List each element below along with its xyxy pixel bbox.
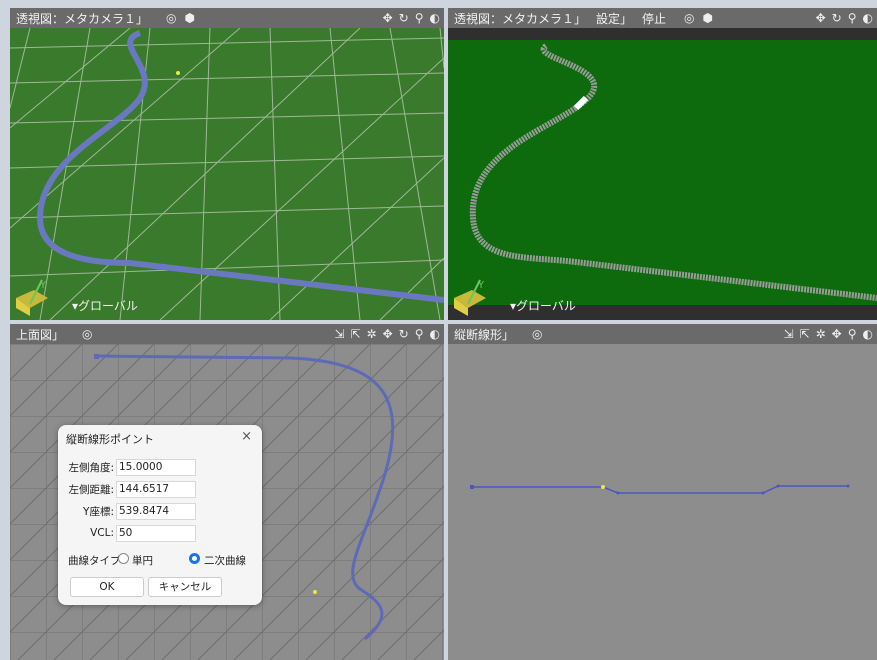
left-distance-label: 左側距離: — [68, 483, 114, 496]
curve-type-label: 曲線タイプ — [68, 555, 121, 567]
control-point[interactable] — [176, 71, 180, 75]
quadratic-curve-label[interactable]: 二次曲線 — [204, 553, 246, 568]
svg-text:Y: Y — [477, 280, 485, 291]
y-coordinate-label: Y座標: — [83, 505, 114, 518]
cancel-button[interactable]: キャンセル — [148, 577, 222, 597]
profile-point-dialog: 縦断線形ポイント × 左側角度: 15.0000 左側距離: 144.6517 … — [58, 425, 262, 605]
left-angle-label: 左側角度: — [68, 461, 114, 474]
cube-icon[interactable]: ⬢ — [703, 11, 713, 25]
zoom-fit-icon[interactable]: ◐ — [863, 11, 873, 25]
viewport-perspective-right[interactable]: 透視図：メタカメラ１」 設定」 停止 ◎ ⬢ ✥ ↻ ⚲ ◐ Y ▾グローバル — [448, 8, 877, 320]
close-icon[interactable]: × — [241, 429, 252, 444]
align-icon[interactable]: ⇲ — [783, 327, 793, 341]
rotate-icon[interactable]: ↻ — [399, 11, 409, 25]
single-circle-label[interactable]: 単円 — [132, 553, 153, 568]
move-icon[interactable]: ✥ — [832, 327, 842, 341]
ok-button[interactable]: OK — [70, 577, 144, 597]
align-icon[interactable]: ⇲ — [334, 327, 344, 341]
target-icon[interactable]: ◎ — [82, 327, 92, 341]
move-icon[interactable]: ✥ — [383, 11, 393, 25]
vcl-row: VCL: 50 — [58, 524, 196, 542]
left-angle-field[interactable]: 15.0000 — [116, 458, 196, 476]
viewport-title[interactable]: 透視図：メタカメラ１」 — [16, 10, 148, 27]
zoom-fit-icon[interactable]: ◐ — [863, 327, 873, 341]
gear-icon[interactable]: ✲ — [367, 327, 377, 341]
vcl-field[interactable]: 50 — [116, 524, 196, 542]
selected-profile-point[interactable] — [601, 485, 605, 489]
target-icon[interactable]: ◎ — [684, 11, 694, 25]
target-icon[interactable]: ◎ — [166, 11, 176, 25]
viewport-profile[interactable]: 縦断線形」 ◎ ⇲ ⇱ ✲ ✥ ⚲ ◐ — [448, 324, 877, 660]
control-point[interactable] — [313, 590, 317, 594]
single-circle-radio[interactable] — [118, 553, 129, 564]
viewport-toolbar: 縦断線形」 ◎ ⇲ ⇱ ✲ ✥ ⚲ ◐ — [448, 324, 877, 344]
dialog-title: 縦断線形ポイント — [66, 433, 154, 446]
zoom-fit-icon[interactable]: ◐ — [430, 327, 440, 341]
coordinate-system-label[interactable]: ▾グローバル — [72, 297, 138, 314]
viewport-toolbar: 透視図：メタカメラ１」 設定」 停止 ◎ ⬢ ✥ ↻ ⚲ ◐ — [448, 8, 877, 28]
svg-text:Y: Y — [39, 280, 47, 291]
fit-icon[interactable]: ⇱ — [350, 327, 360, 341]
y-coordinate-field[interactable]: 539.8474 — [116, 502, 196, 520]
profile-point[interactable] — [470, 485, 474, 489]
fit-icon[interactable]: ⇱ — [800, 327, 810, 341]
zoom-icon[interactable]: ⚲ — [848, 11, 857, 25]
left-angle-row: 左側角度: 15.0000 — [58, 458, 196, 476]
cube-icon[interactable]: ⬢ — [185, 11, 195, 25]
settings-menu[interactable]: 設定」 — [596, 10, 632, 27]
viewport-perspective-left[interactable]: 透視図：メタカメラ１」 ◎ ⬢ ✥ ↻ ⚲ ◐ Y ▾グローバル — [10, 8, 444, 320]
vcl-label: VCL: — [90, 527, 114, 539]
viewport-title[interactable]: 透視図：メタカメラ１」 — [454, 10, 586, 27]
zoom-icon[interactable]: ⚲ — [848, 327, 857, 341]
render-scene[interactable] — [448, 28, 877, 320]
viewport-title[interactable]: 上面図」 — [16, 326, 64, 343]
left-distance-row: 左側距離: 144.6517 — [58, 480, 196, 498]
zoom-fit-icon[interactable]: ◐ — [430, 11, 440, 25]
viewport-toolbar: 上面図」 ◎ ⇲ ⇱ ✲ ✥ ↻ ⚲ ◐ — [10, 324, 444, 344]
viewport-toolbar: 透視図：メタカメラ１」 ◎ ⬢ ✥ ↻ ⚲ ◐ — [10, 8, 444, 28]
stop-button[interactable]: 停止 — [642, 10, 666, 27]
coordinate-system-label[interactable]: ▾グローバル — [510, 297, 576, 314]
left-distance-field[interactable]: 144.6517 — [116, 480, 196, 498]
zoom-icon[interactable]: ⚲ — [415, 11, 424, 25]
axis-gizmo: Y — [454, 279, 486, 316]
curve-type-group: 曲線タイプ 単円 二次曲線 — [58, 553, 262, 569]
gear-icon[interactable]: ✲ — [816, 327, 826, 341]
move-icon[interactable]: ✥ — [816, 11, 826, 25]
y-coordinate-row: Y座標: 539.8474 — [58, 502, 196, 520]
zoom-icon[interactable]: ⚲ — [415, 327, 424, 341]
move-icon[interactable]: ✥ — [383, 327, 393, 341]
profile-scene[interactable] — [448, 344, 877, 660]
rotate-icon[interactable]: ↻ — [832, 11, 842, 25]
rotate-icon[interactable]: ↻ — [399, 327, 409, 341]
quadratic-curve-radio[interactable] — [189, 553, 200, 564]
perspective-scene[interactable] — [10, 28, 444, 320]
target-icon[interactable]: ◎ — [532, 327, 542, 341]
axis-gizmo: Y — [16, 279, 48, 316]
viewport-title[interactable]: 縦断線形」 — [454, 326, 514, 343]
